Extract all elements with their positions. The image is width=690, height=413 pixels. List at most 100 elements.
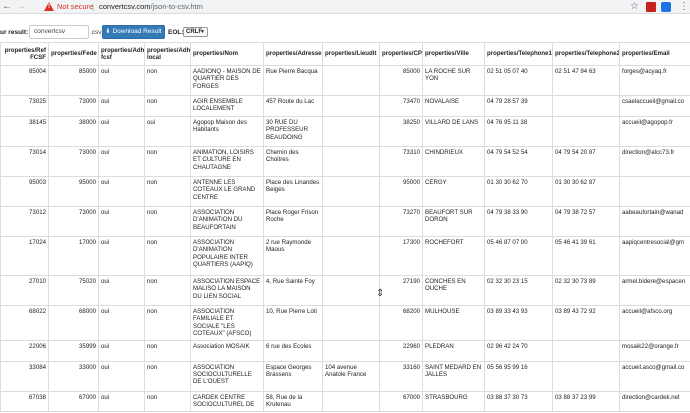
table-cell: PLEDRAN: [422, 339, 485, 362]
back-arrow-icon[interactable]: ←: [2, 1, 12, 13]
table-cell: 02 32 30 23 15: [484, 275, 553, 306]
table-cell: accueil.asco@gmail.co: [619, 360, 690, 392]
column-header[interactable]: properties/Nom: [190, 42, 264, 66]
table-cell: AGIR ENSEMBLE LOCALEMENT: [190, 95, 264, 117]
column-header[interactable]: properties/Adh fcsf: [98, 42, 145, 66]
table-cell: [322, 275, 380, 306]
table-cell: 85000: [379, 65, 423, 96]
address-bar[interactable]: ← → Not secure | convertcsv.com/json-to-…: [0, 0, 690, 14]
table-row[interactable]: 68022 68000 oui non ASSOCIATION FAMILIALE ET…: [0, 305, 690, 341]
column-header[interactable]: properties/Lieudit: [322, 42, 380, 66]
menu-dots-icon[interactable]: ⋮: [679, 0, 689, 13]
table-cell: [322, 390, 380, 412]
table-cell: 30 RUE DU PROFESSEUR BEAUDOING: [263, 116, 323, 147]
table-cell: 38145: [0, 116, 49, 147]
table-cell: ASSOCIATION FAMILIALE ET SOCIALE "LES CO…: [190, 305, 264, 341]
table-cell: 73000: [48, 95, 99, 117]
table-cell: [322, 236, 380, 276]
table-cell: CERGY: [422, 176, 485, 207]
table-cell: 95003: [0, 176, 49, 207]
column-header[interactable]: properties/CP: [379, 42, 423, 66]
not-secure-label[interactable]: Not secure: [57, 2, 93, 12]
column-header[interactable]: properties/Fede: [48, 42, 99, 66]
table-cell: accueil@agopop.fr: [619, 116, 690, 147]
table-row[interactable]: 73025 73000 oui non AGIR ENSEMBLE LOCALEMENT…: [0, 95, 690, 117]
table-cell: Rue Pierre Bacqua: [263, 65, 323, 96]
table-cell: CARDEK CENTRE SOCIOCULTUREL DE: [190, 390, 264, 412]
extension-icon[interactable]: [661, 2, 671, 12]
table-row[interactable]: 95003 95000 oui non ANTENNE LES COTEAUX LE G…: [0, 176, 690, 207]
table-cell: non: [144, 275, 191, 306]
table-row[interactable]: 85004 85000 oui non AADIONQ - MAISON DE QUAR…: [0, 65, 690, 96]
table-cell: 04 79 28 57 39: [484, 95, 553, 117]
table-row[interactable]: 38145 38000 oui oui Agopop Maison des Habita…: [0, 116, 690, 147]
table-cell: 27010: [0, 275, 49, 306]
table-cell: 05 56 95 99 16: [484, 360, 553, 392]
mouse-cursor-icon: ⇕: [376, 288, 385, 299]
column-header[interactable]: properties/Adh local: [144, 42, 191, 66]
table-row[interactable]: 22006 35999 oui non Association MOSAIK 6 rue …: [0, 339, 690, 362]
column-header[interactable]: properties/Telephone1: [484, 42, 553, 66]
table-cell: Espace Georges Brassens: [263, 360, 323, 392]
table-cell: oui: [144, 116, 191, 147]
column-header[interactable]: properties/Ref FCSF: [0, 42, 49, 66]
table-cell: 02 51 47 94 63: [552, 65, 620, 96]
column-header[interactable]: properties/Adresse: [263, 42, 323, 66]
pdf-extension-icon[interactable]: [646, 2, 656, 12]
table-cell: [322, 176, 380, 207]
url-separator: |: [92, 2, 94, 11]
table-cell: non: [144, 146, 191, 177]
eol-label: EOL:: [168, 29, 184, 36]
download-result-button[interactable]: ⬇ Download Result: [102, 25, 165, 39]
table-cell: oui: [98, 390, 145, 412]
column-header[interactable]: properties/Ville: [422, 42, 485, 66]
column-header[interactable]: properties/Email: [619, 42, 690, 66]
result-label: ur result:: [0, 29, 29, 36]
table-cell: 95000: [379, 176, 423, 207]
table-cell: oui: [98, 339, 145, 362]
table-cell: armel.bidere@espacen: [619, 275, 690, 306]
table-cell: 03 89 43 72 92: [552, 305, 620, 341]
table-cell: oui: [98, 176, 145, 207]
table-row[interactable]: 73014 73000 oui non ANIMATION, LOISIRS ET CU…: [0, 146, 690, 177]
table-cell: non: [144, 206, 191, 237]
bookmark-star-icon[interactable]: ☆: [630, 1, 639, 13]
table-row[interactable]: 73012 73000 oui non ASSOCIATION D'ANIMATION …: [0, 206, 690, 237]
table-cell: direction@cardek.net: [619, 390, 690, 412]
table-cell: 68022: [0, 305, 49, 341]
table-cell: [322, 95, 380, 117]
table-cell: non: [144, 360, 191, 392]
table-cell: [619, 176, 690, 207]
forward-arrow-icon[interactable]: →: [16, 1, 26, 13]
table-row[interactable]: 17024 17000 oui non ASSOCIATION D'ANIMATION …: [0, 236, 690, 276]
table-cell: [322, 339, 380, 362]
table-cell: oui: [98, 236, 145, 276]
table-row[interactable]: 33084 33000 oui non ASSOCIATION SOCIOCULTURE…: [0, 360, 690, 392]
table-cell: oui: [98, 206, 145, 237]
table-cell: non: [144, 176, 191, 207]
result-table-container[interactable]: properties/Ref FCSF properties/Fede proper…: [0, 42, 690, 413]
url-path: /json-to-csv.htm: [150, 2, 203, 11]
table-cell: [322, 206, 380, 237]
url-text[interactable]: convertcsv.com/json-to-csv.htm: [99, 2, 203, 12]
table-cell: 73025: [0, 95, 49, 117]
table-cell: 33160: [379, 360, 423, 392]
table-cell: ASSOCIATION D'ANIMATION POPULAIRE INTER …: [190, 236, 264, 276]
table-cell: 04 79 38 33 90: [484, 206, 553, 237]
column-header[interactable]: properties/Telephone2: [552, 42, 620, 66]
table-cell: LA ROCHE SUR YON: [422, 65, 485, 96]
table-cell: oui: [98, 146, 145, 177]
table-cell: 73470: [379, 95, 423, 117]
table-row[interactable]: 27010 75020 oui non ASSOCIATION ESPACE MALIS…: [0, 275, 690, 306]
table-cell: [552, 116, 620, 147]
eol-select[interactable]: CRLF ▼: [183, 27, 208, 37]
table-cell: 457 Route du Lac: [263, 95, 323, 117]
download-icon: ⬇: [105, 29, 111, 35]
table-cell: [322, 65, 380, 96]
table-row[interactable]: 67038 67000 oui non CARDEK CENTRE SOCIOCULTU…: [0, 390, 690, 412]
table-cell: 04 79 54 52 54: [484, 146, 553, 177]
filename-input[interactable]: convertcsv: [29, 25, 89, 39]
table-cell: oui: [98, 360, 145, 392]
table-cell: 104 avenue Anatole France: [322, 360, 380, 392]
table-cell: 85000: [48, 65, 99, 96]
